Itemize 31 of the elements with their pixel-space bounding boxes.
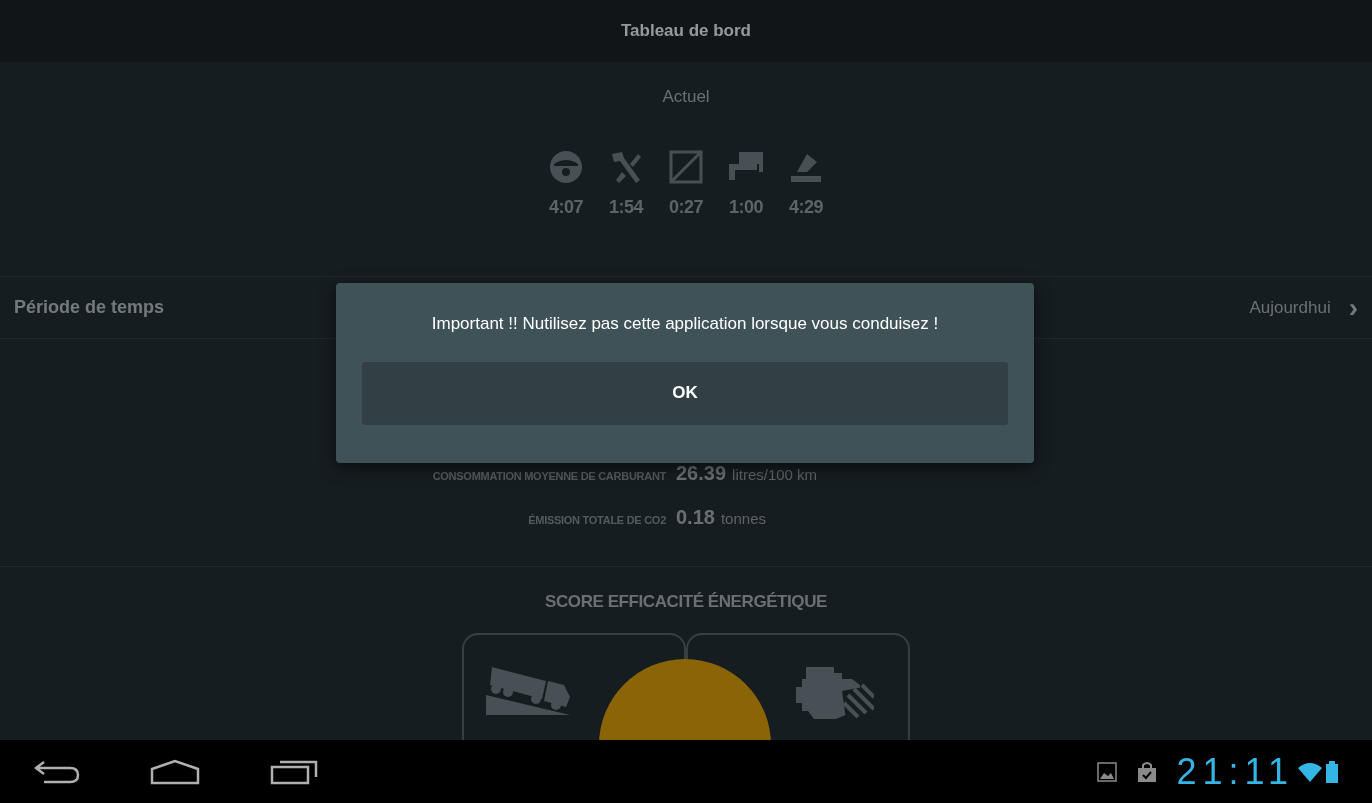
chevron-icon: › [1348, 293, 1358, 322]
activity-time: 1:54 [608, 195, 644, 219]
truck-on-slope-icon [486, 664, 572, 717]
steering-wheel-icon [549, 149, 583, 184]
battery-icon [1326, 760, 1338, 783]
ok-button[interactable]: OK [362, 361, 1008, 425]
stat-value: 0.18 [676, 505, 715, 530]
activity-time: 0:27 [668, 195, 704, 219]
image-icon[interactable] [1096, 761, 1117, 782]
recent-apps-icon[interactable] [270, 758, 318, 785]
slashed-square-icon [669, 149, 703, 184]
page-title: Tableau de bord [620, 20, 751, 43]
score-title: SCORE EFFICACITÉ ÉNERGÉTIQUE [545, 591, 827, 613]
home-icon[interactable] [150, 758, 200, 785]
section-title: Actuel [662, 86, 710, 108]
dialog-message: Important !! Nutilisez pas cette application lorsque vous conduisez ! [431, 313, 939, 335]
period-value: Aujourdhui [1249, 296, 1331, 319]
stat-label: ÉMISSION TOTALE DE CO2 [527, 513, 667, 528]
stat-unit: tonnes [720, 509, 766, 529]
activity-time: 4:29 [788, 195, 824, 219]
shopping-bag-check-icon[interactable] [1136, 760, 1157, 783]
back-icon[interactable] [34, 759, 80, 784]
engine-icon [796, 664, 874, 719]
clock: 21:11 [1176, 753, 1294, 790]
activity-time: 1:00 [728, 195, 764, 219]
stat-label: CONSOMMATION MOYENNE DE CARBURANT [431, 469, 667, 484]
stat-unit: litres/100 km [732, 465, 818, 485]
stat-value: 26.39 [676, 461, 727, 486]
activity-time: 4:07 [548, 195, 584, 219]
period-label: Période de temps [14, 296, 165, 319]
wifi-icon [1298, 761, 1322, 782]
